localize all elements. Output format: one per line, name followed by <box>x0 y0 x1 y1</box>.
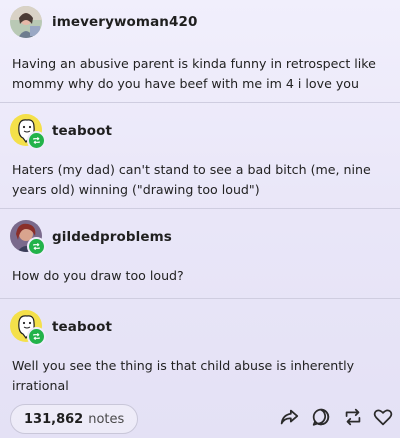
reblog-badge-icon <box>27 237 46 256</box>
post-header: imeverywoman420 <box>0 2 400 42</box>
reply-icon[interactable] <box>310 406 332 428</box>
avatar[interactable] <box>10 114 46 150</box>
divider <box>0 298 400 299</box>
username[interactable]: imeverywoman420 <box>52 14 197 30</box>
notes-button[interactable]: 131,862 notes <box>10 404 139 434</box>
reblog-icon[interactable] <box>342 406 364 428</box>
post-text: Well you see the thing is that child abu… <box>12 358 355 393</box>
notes-count: 131,862 <box>24 411 84 427</box>
post-text: Haters (my dad) can't stand to see a bad… <box>12 162 371 197</box>
post-text: How do you draw too loud? <box>12 268 184 283</box>
divider <box>0 102 400 103</box>
username[interactable]: teaboot <box>52 319 112 335</box>
post-header: teaboot <box>0 308 400 348</box>
user-photo-avatar-icon <box>10 6 42 38</box>
reblog-badge-icon <box>27 327 46 346</box>
like-icon[interactable] <box>372 406 394 428</box>
avatar[interactable] <box>10 220 46 256</box>
post-header: teaboot <box>0 112 400 152</box>
username[interactable]: gildedproblems <box>52 229 172 245</box>
share-icon[interactable] <box>278 406 300 428</box>
notes-label: notes <box>88 411 125 427</box>
username[interactable]: teaboot <box>52 123 112 139</box>
reblog-badge-icon <box>27 131 46 150</box>
post-header: gildedproblems <box>0 218 400 258</box>
avatar[interactable] <box>10 310 46 346</box>
avatar[interactable] <box>10 6 42 38</box>
post-text: Having an abusive parent is kinda funny … <box>12 56 376 91</box>
divider <box>0 208 400 209</box>
